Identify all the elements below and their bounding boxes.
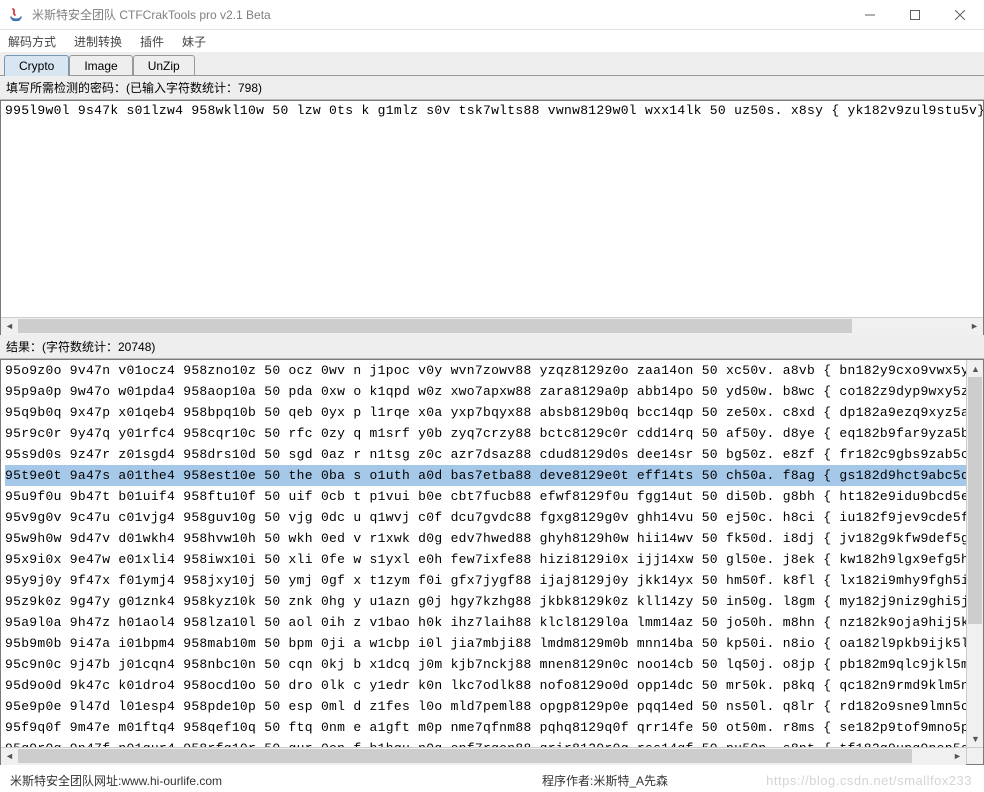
output-line[interactable]: 95y9j0y 9f47x f01ymj4 958jxy10j 50 ymj 0… [5,570,979,591]
tab-image[interactable]: Image [69,55,132,75]
output-vscroll-track[interactable] [967,377,983,730]
maximize-button[interactable] [892,0,937,30]
output-line[interactable]: 95b9m0b 9i47a i01bpm4 958mab10m 50 bpm 0… [5,633,979,654]
input-label: 填写所需检测的密码：(已输入字符数统计：798) [0,76,984,100]
scroll-right-icon[interactable]: ► [949,748,966,765]
output-line[interactable]: 95s9d0s 9z47r z01sgd4 958drs10d 50 sgd 0… [5,444,979,465]
output-vscrollbar[interactable]: ▲ ▼ [966,360,983,747]
output-label: 结果：(字符数统计：20748) [0,335,984,359]
output-line[interactable]: 95x9i0x 9e47w e01xli4 958iwx10i 50 xli 0… [5,549,979,570]
output-vscroll-thumb[interactable] [968,377,982,624]
scroll-right-icon[interactable]: ► [966,318,983,335]
menu-radix[interactable]: 进制转换 [74,33,122,50]
scroll-left-icon[interactable]: ◄ [1,318,18,335]
output-hscroll-track[interactable] [18,748,949,765]
tabbar: Crypto Image UnZip [0,52,984,76]
scroll-down-icon[interactable]: ▼ [967,730,984,747]
output-line[interactable]: 95t9e0t 9a47s a01the4 958est10e 50 the 0… [5,465,979,486]
output-line[interactable]: 95o9z0o 9v47n v01ocz4 958zno10z 50 ocz 0… [5,360,979,381]
tab-crypto[interactable]: Crypto [4,55,69,76]
scroll-corner [966,747,983,764]
menu-plugins[interactable]: 插件 [140,33,164,50]
java-app-icon [8,7,24,23]
output-hscroll-thumb[interactable] [18,749,912,763]
output-line[interactable]: 95w9h0w 9d47v d01wkh4 958hvw10h 50 wkh 0… [5,528,979,549]
output-line[interactable]: 95r9c0r 9y47q y01rfc4 958cqr10c 50 rfc 0… [5,423,979,444]
scroll-up-icon[interactable]: ▲ [967,360,984,377]
menubar: 解码方式 进制转换 插件 妹子 [0,30,984,52]
tab-unzip[interactable]: UnZip [133,55,195,75]
menu-girl[interactable]: 妹子 [182,33,206,50]
output-line[interactable]: 95u9f0u 9b47t b01uif4 958ftu10f 50 uif 0… [5,486,979,507]
output-line[interactable]: 95c9n0c 9j47b j01cqn4 958nbc10n 50 cqn 0… [5,654,979,675]
output-textarea[interactable]: 95o9z0o 9v47n v01ocz4 958zno10z 50 ocz 0… [1,360,983,764]
minimize-button[interactable] [847,0,892,30]
scroll-left-icon[interactable]: ◄ [1,748,18,765]
output-line[interactable]: 95z9k0z 9g47y g01znk4 958kyz10k 50 znk 0… [5,591,979,612]
window-titlebar: 米斯特安全团队 CTFCrakTools pro v2.1 Beta [0,0,984,30]
input-hscroll-track[interactable] [18,318,966,335]
output-line[interactable]: 95a9l0a 9h47z h01aol4 958lza10l 50 aol 0… [5,612,979,633]
menu-decode[interactable]: 解码方式 [8,33,56,50]
output-line[interactable]: 95q9b0q 9x47p x01qeb4 958bpq10b 50 qeb 0… [5,402,979,423]
close-button[interactable] [937,0,982,30]
window-title: 米斯特安全团队 CTFCrakTools pro v2.1 Beta [32,6,847,23]
output-hscrollbar[interactable]: ◄ ► [1,747,966,764]
input-hscroll-thumb[interactable] [18,319,852,333]
input-textarea[interactable]: 995l9w0l 9s47k s01lzw4 958wkl10w 50 lzw … [1,101,983,317]
output-line[interactable]: 95f9q0f 9m47e m01ftq4 958qef10q 50 ftq 0… [5,717,979,738]
output-line[interactable]: 95d9o0d 9k47c k01dro4 958ocd10o 50 dro 0… [5,675,979,696]
output-line[interactable]: 95p9a0p 9w47o w01pda4 958aop10a 50 pda 0… [5,381,979,402]
output-line[interactable]: 95v9g0v 9c47u c01vjg4 958guv10g 50 vjg 0… [5,507,979,528]
output-textarea-wrap: 95o9z0o 9v47n v01ocz4 958zno10z 50 ocz 0… [0,359,984,765]
watermark: https://blog.csdn.net/smallfox233 [766,773,972,788]
input-hscrollbar[interactable]: ◄ ► [1,317,983,334]
input-textarea-wrap: 995l9w0l 9s47k s01lzw4 958wkl10w 50 lzw … [0,100,984,335]
footer-site: 米斯特安全团队网址:www.hi-ourlife.com [10,772,442,789]
output-line[interactable]: 95e9p0e 9l47d l01esp4 958pde10p 50 esp 0… [5,696,979,717]
